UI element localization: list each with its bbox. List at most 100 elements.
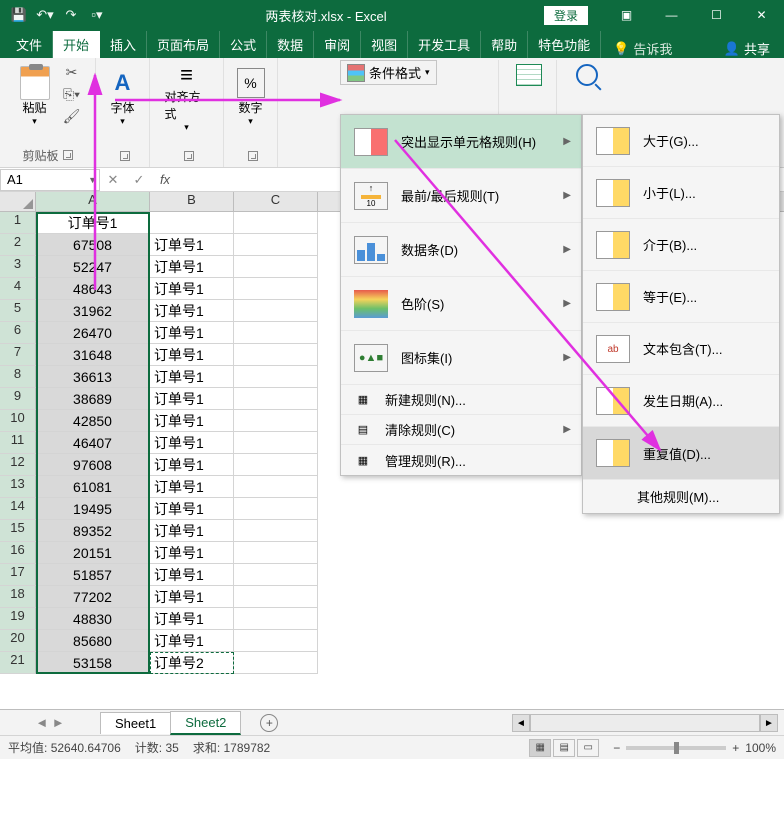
cell[interactable]: 订单号1 [150, 564, 234, 586]
expand-icon[interactable] [120, 151, 130, 161]
tab-help[interactable]: 帮助 [481, 31, 528, 58]
menu-equal[interactable]: 等于(E)... [583, 271, 779, 323]
menu-between[interactable]: 介于(B)... [583, 219, 779, 271]
cell[interactable] [234, 542, 318, 564]
undo-icon[interactable]: ↶▾ [34, 4, 56, 26]
horizontal-scrollbar[interactable]: ◄ ► [512, 714, 778, 732]
close-icon[interactable]: ✕ [739, 0, 784, 30]
enter-icon[interactable]: ✓ [126, 172, 152, 188]
tab-layout[interactable]: 页面布局 [147, 31, 220, 58]
cell[interactable]: 51857 [36, 564, 150, 586]
tab-home[interactable]: 开始 [53, 31, 100, 58]
cell[interactable]: 77202 [36, 586, 150, 608]
row-header[interactable]: 8 [0, 366, 36, 388]
cell[interactable]: 85680 [36, 630, 150, 652]
menu-less-than[interactable]: 小于(L)... [583, 167, 779, 219]
zoom-value[interactable]: 100% [745, 741, 776, 755]
maximize-icon[interactable]: ☐ [694, 0, 739, 30]
row-header[interactable]: 4 [0, 278, 36, 300]
tab-review[interactable]: 审阅 [314, 31, 361, 58]
normal-view-icon[interactable]: ▦ [529, 739, 551, 757]
redo-icon[interactable]: ↷ [60, 4, 82, 26]
menu-text-contains[interactable]: 文本包含(T)... [583, 323, 779, 375]
row-header[interactable]: 10 [0, 410, 36, 432]
cell[interactable]: 20151 [36, 542, 150, 564]
cell[interactable]: 26470 [36, 322, 150, 344]
scroll-right-icon[interactable]: ► [760, 714, 778, 732]
tab-dev[interactable]: 开发工具 [408, 31, 481, 58]
sheet-nav[interactable]: ◄ ► [0, 715, 100, 730]
copy-icon[interactable]: ⎘▾ [61, 84, 83, 104]
qat-more-icon[interactable]: ▫▾ [86, 4, 108, 26]
cell[interactable] [234, 388, 318, 410]
row-header[interactable]: 15 [0, 520, 36, 542]
cell[interactable] [234, 212, 318, 234]
menu-clear-rules[interactable]: ▤ 清除规则(C)▶ [341, 415, 581, 445]
cell[interactable]: 订单号1 [150, 542, 234, 564]
menu-icon-sets[interactable]: ●▲■ 图标集(I)▶ [341, 331, 581, 385]
select-all-corner[interactable] [0, 192, 36, 211]
fx-icon[interactable]: fx [152, 172, 178, 187]
menu-other-rules[interactable]: 其他规则(M)... [583, 479, 779, 513]
menu-greater-than[interactable]: 大于(G)... [583, 115, 779, 167]
row-header[interactable]: 17 [0, 564, 36, 586]
cell[interactable]: 46407 [36, 432, 150, 454]
tab-special[interactable]: 特色功能 [528, 31, 601, 58]
share-button[interactable]: 👤共享 [724, 39, 778, 58]
cell[interactable]: 订单号1 [150, 586, 234, 608]
cell[interactable]: 42850 [36, 410, 150, 432]
cell[interactable] [234, 630, 318, 652]
cell[interactable] [234, 564, 318, 586]
row-header[interactable]: 5 [0, 300, 36, 322]
cell[interactable]: 订单号1 [150, 608, 234, 630]
row-header[interactable]: 6 [0, 322, 36, 344]
cell[interactable]: 52247 [36, 256, 150, 278]
menu-data-bars[interactable]: 数据条(D)▶ [341, 223, 581, 277]
col-header-a[interactable]: A [36, 192, 150, 211]
cell[interactable]: 订单号1 [150, 344, 234, 366]
row-header[interactable]: 16 [0, 542, 36, 564]
cell[interactable]: 89352 [36, 520, 150, 542]
font-button[interactable]: A字体▾ [101, 62, 145, 132]
cell[interactable]: 48830 [36, 608, 150, 630]
cell[interactable]: 订单号1 [150, 256, 234, 278]
paste-button[interactable]: 粘贴 ▾ [13, 62, 57, 132]
cell[interactable] [234, 322, 318, 344]
cell[interactable]: 订单号1 [150, 410, 234, 432]
expand-icon[interactable] [184, 151, 194, 161]
cell[interactable]: 31648 [36, 344, 150, 366]
cell[interactable]: 订单号1 [150, 322, 234, 344]
cell[interactable] [234, 366, 318, 388]
name-box[interactable]: A1▼ [0, 169, 100, 191]
sheet-tab-2[interactable]: Sheet2 [170, 711, 241, 735]
col-header-c[interactable]: C [234, 192, 318, 211]
expand-icon[interactable] [63, 150, 73, 160]
cell[interactable] [234, 520, 318, 542]
cell[interactable]: 61081 [36, 476, 150, 498]
cell[interactable] [234, 608, 318, 630]
login-button[interactable]: 登录 [544, 6, 588, 25]
number-button[interactable]: %数字▾ [229, 62, 273, 132]
cells-button[interactable] [504, 58, 554, 86]
cell[interactable]: 订单号1 [150, 520, 234, 542]
cell[interactable]: 48643 [36, 278, 150, 300]
cell[interactable]: 订单号1 [150, 366, 234, 388]
cell[interactable] [234, 234, 318, 256]
find-button[interactable] [562, 58, 612, 86]
cell[interactable]: 19495 [36, 498, 150, 520]
cell[interactable]: 订单号2 [150, 652, 234, 674]
row-header[interactable]: 18 [0, 586, 36, 608]
cell[interactable] [234, 300, 318, 322]
row-header[interactable]: 19 [0, 608, 36, 630]
cell[interactable]: 36613 [36, 366, 150, 388]
save-icon[interactable]: 💾 [8, 4, 30, 26]
layout-view-icon[interactable]: ▤ [553, 739, 575, 757]
cell[interactable] [234, 278, 318, 300]
sheet-tab-1[interactable]: Sheet1 [100, 712, 171, 734]
cell[interactable] [234, 476, 318, 498]
cell[interactable] [234, 454, 318, 476]
tab-formula[interactable]: 公式 [220, 31, 267, 58]
cell[interactable]: 97608 [36, 454, 150, 476]
cell[interactable] [234, 652, 318, 674]
zoom-out-icon[interactable]: − [613, 741, 620, 755]
